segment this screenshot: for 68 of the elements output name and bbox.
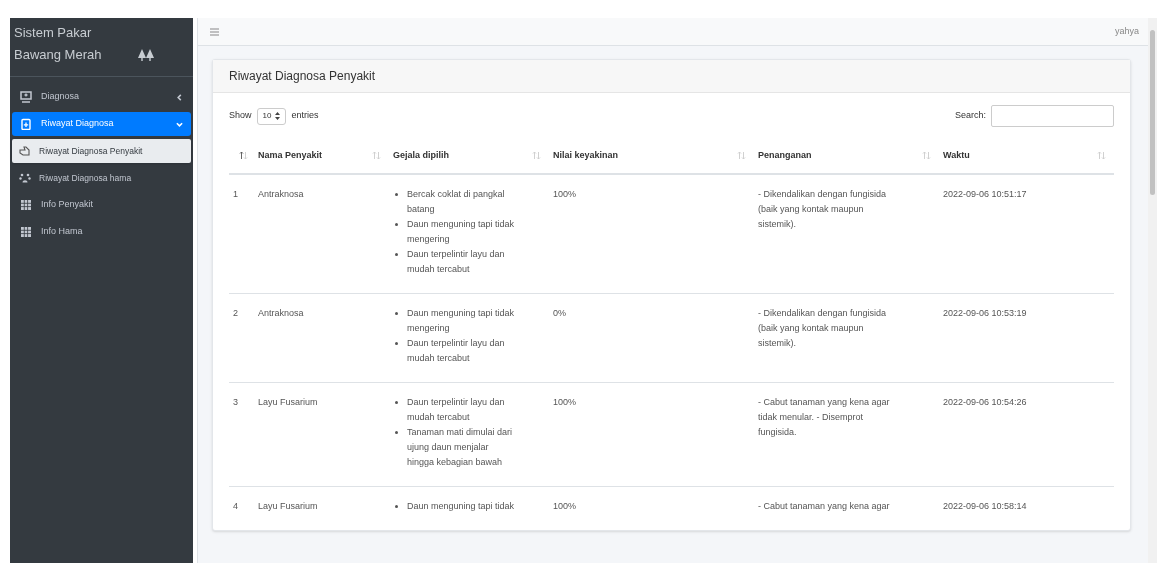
table-cell: 100%: [553, 501, 577, 511]
table-cell: Layu Fusarium: [258, 501, 318, 511]
search-label: Search:: [954, 109, 986, 123]
trees-icon: [138, 49, 154, 61]
search-field[interactable]: [991, 105, 1114, 127]
table-cell: Layu Fusarium: [258, 397, 318, 407]
column-header[interactable]: Nama Penyakit: [258, 148, 323, 163]
bullet-icon: [395, 431, 398, 434]
hand-icon: [19, 145, 31, 157]
table-cell: 100%: [553, 397, 577, 407]
entries-select[interactable]: 10: [256, 107, 287, 125]
table-cell: 4: [233, 501, 238, 511]
bullet-icon: [395, 401, 398, 404]
bullet-icon: [395, 223, 398, 226]
brand-title[interactable]: Sistem Pakar Bawang Merah: [14, 22, 138, 66]
scrollbar[interactable]: [1148, 18, 1157, 563]
sidebar-item[interactable]: Info Penyakit: [12, 193, 191, 217]
bullet-icon: [395, 505, 398, 508]
user-name[interactable]: yahya: [1114, 24, 1139, 39]
clipboard-icon: [20, 118, 32, 130]
card-title: Riwayat Diagnosa Penyakit: [229, 68, 376, 85]
table-cell: - Cabut tanaman yang kena agar tidak menular. - Disemprot fungisida.: [758, 397, 890, 437]
table-cell: Antraknosa: [258, 189, 304, 199]
column-header[interactable]: Gejala dipilih: [393, 148, 449, 163]
table-cell: 2022-09-06 10:54:26: [943, 397, 1027, 407]
paw-icon: [19, 172, 31, 184]
bullet-icon: [395, 342, 398, 345]
table-cell-text: Tanaman mati dimulai dari ujung daun menjalar hingga kebagian bawah: [407, 426, 514, 469]
table-cell: 2022-09-06 10:53:19: [943, 308, 1027, 318]
table-cell: 2022-09-06 10:51:17: [943, 189, 1027, 199]
chevron-left-icon: [176, 93, 183, 101]
column-header[interactable]: Nilai keyakinan: [553, 148, 619, 163]
sidebar-subitem[interactable]: Riwayat Diagnosa hama: [12, 166, 191, 190]
sidebar-item[interactable]: Diagnosa: [12, 85, 191, 109]
table-cell: - Cabut tanaman yang kena agar: [758, 501, 890, 511]
sidebar-subitem[interactable]: Riwayat Diagnosa Penyakit: [12, 139, 191, 163]
column-header[interactable]: Penanganan: [758, 148, 812, 163]
bullet-icon: [395, 312, 398, 315]
table-cell: 1: [233, 189, 238, 199]
table-cell-text: Bercak coklat di pangkal batang: [407, 188, 506, 216]
up-down-icon: [275, 112, 281, 120]
table-cell: - Dikendalikan dengan fungisida (baik yang kontak maupun sistemik).: [758, 189, 887, 229]
bullet-icon: [395, 253, 398, 256]
table-icon: [20, 199, 32, 211]
table-cell: 2: [233, 308, 238, 318]
table-cell-text: Daun menguning tapi tidak mengering: [407, 307, 515, 335]
table-cell-text: Daun terpelintir layu dan mudah tercabut: [407, 248, 506, 276]
sidebar-item[interactable]: Info Hama: [12, 220, 191, 244]
table-cell: 0%: [553, 308, 566, 318]
table-cell: 100%: [553, 189, 577, 199]
table-icon: [20, 226, 32, 238]
table-cell-text: Daun terpelintir layu dan mudah tercabut: [407, 337, 506, 365]
bullet-icon: [395, 193, 398, 196]
table-cell-text: Daun menguning tapi tidak: [407, 500, 515, 513]
menu-icon[interactable]: [210, 27, 219, 36]
table-cell: 2022-09-06 10:58:14: [943, 501, 1027, 511]
sort-icon[interactable]: [239, 151, 248, 160]
monitor-icon: [20, 91, 32, 103]
table-cell-text: Daun menguning tapi tidak mengering: [407, 218, 515, 246]
sidebar-item[interactable]: Riwayat Diagnosa: [12, 112, 191, 136]
table-cell: - Dikendalikan dengan fungisida (baik yang kontak maupun sistemik).: [758, 308, 887, 348]
table-cell: 3: [233, 397, 238, 407]
entries-label: entries: [291, 109, 319, 123]
column-header[interactable]: Waktu: [943, 148, 970, 163]
table-cell-text: Daun terpelintir layu dan mudah tercabut: [407, 396, 506, 424]
show-label: Show: [229, 109, 252, 123]
table-cell: Antraknosa: [258, 308, 304, 318]
chevron-down-icon: [176, 120, 183, 128]
